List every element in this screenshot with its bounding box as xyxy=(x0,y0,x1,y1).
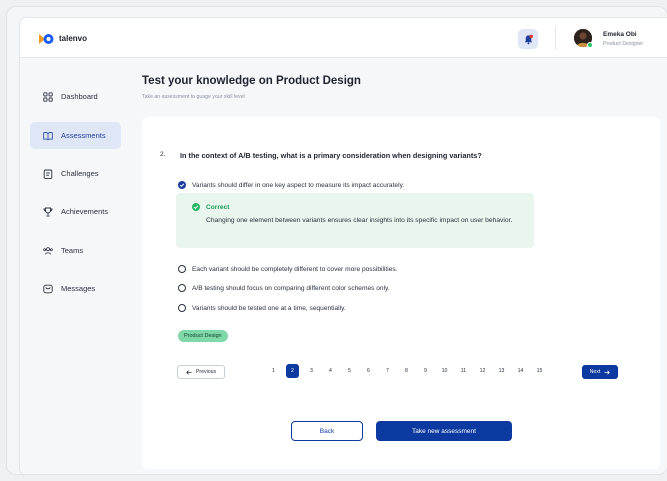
brand-logo[interactable]: talenvo xyxy=(38,32,87,44)
page-number-12[interactable]: 12 xyxy=(473,364,492,378)
back-button[interactable]: Back xyxy=(291,421,363,441)
page-number-13[interactable]: 13 xyxy=(492,364,511,378)
user-name: Emeka Obi xyxy=(603,31,637,38)
page-number-10[interactable]: 10 xyxy=(435,364,454,378)
next-button[interactable]: Next xyxy=(582,365,618,379)
option-label: Variants should differ in one key aspect… xyxy=(192,181,405,189)
page-number-1[interactable]: 1 xyxy=(264,364,283,378)
sidebar-item-label: Assessments xyxy=(61,131,106,140)
sidebar-item-label: Messages xyxy=(61,284,96,293)
trophy-icon xyxy=(43,207,53,217)
option-label: Each variant should be completely differ… xyxy=(192,265,398,273)
sidebar-item-label: Teams xyxy=(61,246,84,255)
page-number-15[interactable]: 15 xyxy=(530,364,549,378)
page-number-4[interactable]: 4 xyxy=(321,364,340,378)
brand-name: talenvo xyxy=(59,33,88,43)
page-number-7[interactable]: 7 xyxy=(378,364,397,378)
app-window: talenvo Emeka Obi Product Designer Dashb… xyxy=(19,17,667,474)
sidebar-item-dashboard[interactable]: Dashboard xyxy=(30,83,121,110)
sidebar-item-label: Achievements xyxy=(61,207,109,216)
option-4[interactable]: Variants should be tested one at a time,… xyxy=(178,304,346,312)
logo-icon xyxy=(38,32,54,44)
check-circle-icon xyxy=(192,203,200,211)
browser-frame: talenvo Emeka Obi Product Designer Dashb… xyxy=(6,6,667,475)
radio-icon[interactable] xyxy=(178,265,186,273)
option-label: A/B testing should focus on comparing di… xyxy=(192,284,390,292)
sidebar-item-label: Dashboard xyxy=(61,92,98,101)
radio-icon[interactable] xyxy=(178,284,186,292)
page-number-5[interactable]: 5 xyxy=(340,364,359,378)
grid-icon xyxy=(43,91,53,102)
page-title: Test your knowledge on Product Design xyxy=(142,75,361,87)
option-label: Variants should be tested one at a time,… xyxy=(192,304,346,312)
question-card: 2. In the context of A/B testing, what i… xyxy=(142,117,660,469)
topic-tag: Product Design xyxy=(178,330,228,342)
message-icon xyxy=(43,284,53,294)
page-subtitle: Take an assessment to guage your skill l… xyxy=(142,94,245,100)
bell-icon xyxy=(524,34,533,44)
page-number-14[interactable]: 14 xyxy=(511,364,530,378)
online-status-dot xyxy=(587,42,593,48)
user-role: Product Designer xyxy=(603,41,644,47)
previous-label: Previous xyxy=(195,369,217,375)
radio-checked-icon[interactable] xyxy=(178,181,186,189)
book-icon xyxy=(43,131,53,141)
feedback-status: Correct xyxy=(206,203,230,211)
option-1[interactable]: Variants should differ in one key aspect… xyxy=(178,181,404,189)
feedback-explanation: Changing one element between variants en… xyxy=(206,217,513,224)
page-number-8[interactable]: 8 xyxy=(397,364,416,378)
pagination: 1 2 3 4 5 6 7 8 9 10 11 12 13 14 15 xyxy=(264,364,549,378)
option-3[interactable]: A/B testing should focus on comparing di… xyxy=(178,284,390,292)
sidebar: Dashboard Assessments Challenges Achieve… xyxy=(20,58,126,474)
sidebar-item-label: Challenges xyxy=(61,169,99,178)
header-divider xyxy=(555,26,556,50)
sidebar-item-messages[interactable]: Messages xyxy=(30,275,121,302)
answer-feedback: Correct Changing one element between var… xyxy=(176,193,534,248)
page-number-9[interactable]: 9 xyxy=(416,364,435,378)
page-number-11[interactable]: 11 xyxy=(454,364,473,378)
next-label: Next xyxy=(589,369,601,375)
take-new-assessment-button[interactable]: Take new assessment xyxy=(376,421,512,441)
users-icon xyxy=(43,246,53,256)
page-number-3[interactable]: 3 xyxy=(302,364,321,378)
sidebar-item-teams[interactable]: Teams xyxy=(30,237,121,264)
sidebar-item-achievements[interactable]: Achievements xyxy=(30,198,121,225)
question-number: 2. xyxy=(160,151,166,158)
notification-button[interactable] xyxy=(518,29,538,49)
feedback-header: Correct xyxy=(192,203,229,211)
sidebar-item-challenges[interactable]: Challenges xyxy=(30,160,121,187)
arrow-right-icon xyxy=(604,369,611,375)
question-text: In the context of A/B testing, what is a… xyxy=(180,151,482,160)
clipboard-icon xyxy=(43,169,53,179)
page-number-6[interactable]: 6 xyxy=(359,364,378,378)
radio-icon[interactable] xyxy=(178,304,186,312)
page-number-2[interactable]: 2 xyxy=(286,364,299,378)
sidebar-item-assessments[interactable]: Assessments xyxy=(30,122,121,149)
previous-button[interactable]: Previous xyxy=(177,365,225,379)
top-bar: talenvo Emeka Obi Product Designer xyxy=(20,18,667,58)
option-2[interactable]: Each variant should be completely differ… xyxy=(178,265,398,273)
arrow-left-icon xyxy=(186,369,192,375)
main-content: Test your knowledge on Product Design Ta… xyxy=(126,58,667,474)
